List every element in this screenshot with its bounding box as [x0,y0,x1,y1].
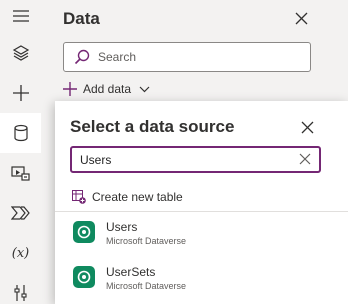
result-source: Microsoft Dataverse [106,236,187,246]
table-add-icon [72,190,86,204]
result-source: Microsoft Dataverse [106,281,187,291]
power-automate-icon[interactable] [0,193,41,233]
left-rail: (x) [0,0,41,304]
create-new-table-button[interactable]: Create new table [72,188,183,206]
chevron-down-icon [139,86,150,92]
data-search-box [63,42,311,72]
menu-icon[interactable] [0,0,41,36]
dataverse-icon [73,221,95,243]
list-item[interactable]: UserSets Microsoft Dataverse [55,260,348,300]
data-source-search-input[interactable] [80,151,280,169]
select-data-source-popup: Select a data source Create new table Us… [55,101,348,304]
database-icon[interactable] [0,113,41,153]
close-icon[interactable] [295,115,319,139]
clear-icon[interactable] [298,152,312,166]
media-icon[interactable] [0,153,41,193]
plus-icon [63,82,77,96]
close-icon[interactable] [289,6,313,30]
tools-icon[interactable] [0,273,41,304]
layers-icon[interactable] [0,33,41,73]
dataverse-icon [73,266,95,288]
divider [55,211,348,212]
data-source-search-box [70,146,321,173]
data-pane-title: Data [63,9,100,28]
data-search-input[interactable] [98,48,298,66]
add-data-label: Add data [83,82,132,96]
result-name: Users [106,220,138,234]
formula-icon[interactable]: (x) [0,233,41,273]
plus-icon[interactable] [0,73,41,113]
list-item[interactable]: Users Microsoft Dataverse [55,215,348,255]
result-name: UserSets [106,265,156,279]
popup-title: Select a data source [70,117,235,136]
create-new-table-label: Create new table [92,190,183,204]
add-data-button[interactable]: Add data [63,78,150,100]
search-icon [74,49,90,65]
